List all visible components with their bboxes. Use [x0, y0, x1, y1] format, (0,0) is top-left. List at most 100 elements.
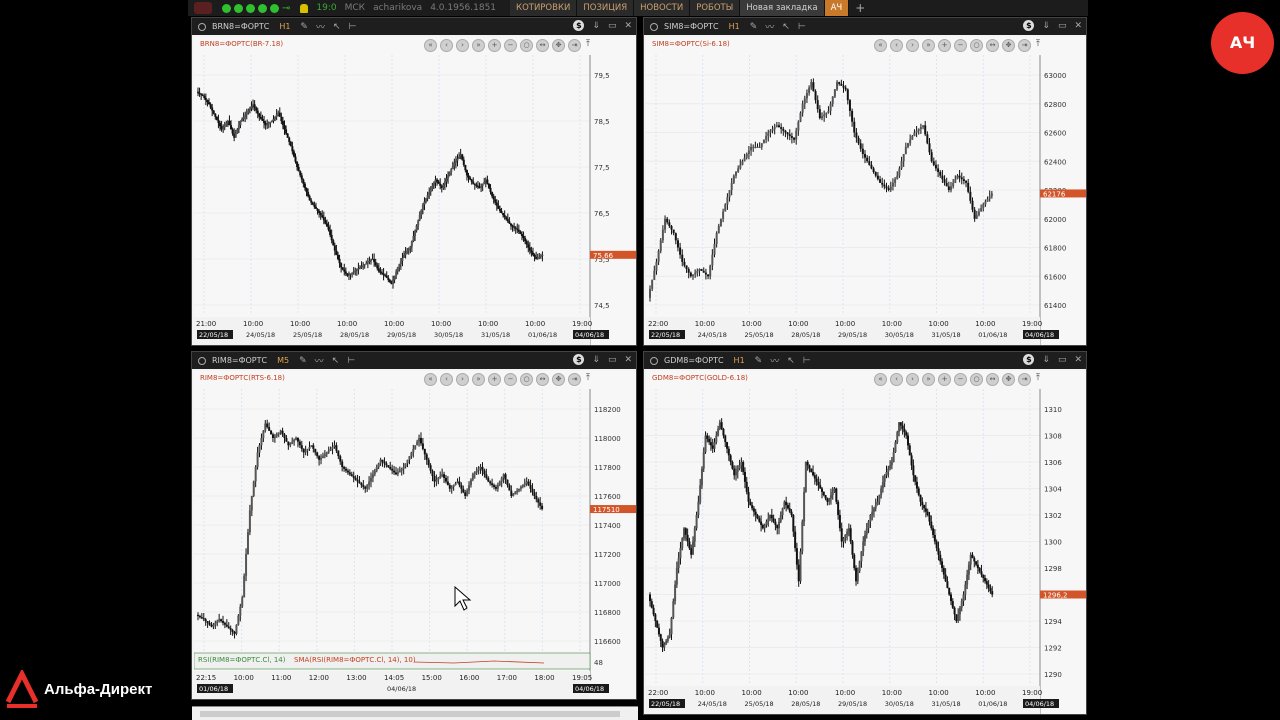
scroll-left-fast-icon[interactable]: «	[874, 373, 888, 386]
levels-icon[interactable]: ⊢	[349, 22, 357, 32]
trade-icon[interactable]: $	[1023, 354, 1035, 365]
minimize-icon[interactable]: ▭	[608, 21, 617, 31]
draw-icon[interactable]: ✎	[299, 356, 307, 366]
scroll-left-fast-icon[interactable]: «	[874, 39, 888, 52]
indicator-icon[interactable]: 〰	[765, 20, 774, 33]
levels-icon[interactable]: ⊢	[347, 356, 355, 366]
price-chart[interactable]: 118200 118000 117800 117600 117400 117200 1170…	[194, 371, 636, 699]
close-icon[interactable]: ✕	[624, 21, 632, 31]
panel-timeframe[interactable]: H1	[729, 22, 740, 31]
zoom-fit-icon[interactable]: ○	[520, 39, 534, 52]
panel-timeframe[interactable]: M5	[277, 356, 289, 365]
horizontal-scrollbar[interactable]	[192, 706, 638, 720]
collapse-icon[interactable]: ⤒	[586, 373, 590, 386]
zoom-in-icon[interactable]: +	[938, 373, 952, 386]
scroll-right-fast-icon[interactable]: »	[472, 39, 486, 52]
scroll-end-icon[interactable]: ⇥	[568, 39, 582, 52]
stretch-x-icon[interactable]: ↔	[536, 373, 550, 386]
scroll-right-fast-icon[interactable]: »	[922, 39, 936, 52]
tab-new[interactable]: Новая закладка	[740, 0, 825, 16]
trade-icon[interactable]: $	[573, 20, 585, 31]
close-icon[interactable]: ✕	[1074, 21, 1082, 31]
zoom-fit-icon[interactable]: ○	[970, 39, 984, 52]
pin-icon[interactable]: ⇓	[1042, 21, 1050, 31]
cursor-tool-icon[interactable]: ↖	[333, 22, 341, 32]
scroll-left-icon[interactable]: ‹	[440, 373, 454, 386]
scrollbar-thumb[interactable]	[200, 711, 620, 717]
trade-icon[interactable]: $	[573, 354, 585, 365]
panel-menu-icon[interactable]	[650, 356, 658, 365]
chart-panel[interactable]: RIM8=ФОРТС M5 ✎ 〰 ↖ ⊢ $ ⇓ ▭ ✕ 118200 118000 117800 11…	[191, 351, 637, 700]
scroll-left-icon[interactable]: ‹	[440, 39, 454, 52]
app-logo-icon[interactable]	[194, 2, 212, 14]
draw-icon[interactable]: ✎	[300, 22, 308, 32]
chart-area[interactable]: 118200 118000 117800 117600 117400 117200 1170…	[194, 371, 636, 699]
scroll-left-icon[interactable]: ‹	[890, 39, 904, 52]
scroll-end-icon[interactable]: ⇥	[1018, 373, 1032, 386]
indicator-icon[interactable]: 〰	[315, 354, 324, 367]
indicator-icon[interactable]: 〰	[316, 20, 325, 33]
zoom-in-icon[interactable]: +	[938, 39, 952, 52]
close-icon[interactable]: ✕	[1074, 355, 1082, 365]
scroll-right-icon[interactable]: ›	[906, 39, 920, 52]
price-chart[interactable]: 6300062800626006240062200620006180061600…	[646, 37, 1086, 345]
chart-area[interactable]: 1310130813061304130213001298129612941292…	[646, 371, 1086, 714]
minimize-icon[interactable]: ▭	[1058, 355, 1067, 365]
collapse-icon[interactable]: ⤒	[586, 39, 590, 52]
pin-icon[interactable]: ⇓	[592, 355, 600, 365]
levels-icon[interactable]: ⊢	[803, 356, 811, 366]
cursor-tool-icon[interactable]: ↖	[332, 356, 340, 366]
levels-icon[interactable]: ⊢	[798, 22, 806, 32]
chart-area[interactable]: 79,5 78,5 77,5 76,5 75,5 74,5 75,66 21:00 10:00 1…	[194, 37, 636, 345]
zoom-in-icon[interactable]: +	[488, 373, 502, 386]
move-icon[interactable]: ✥	[1002, 373, 1016, 386]
chart-panel[interactable]: GDM8=ФОРТС H1 ✎ 〰 ↖ ⊢ $ ⇓ ▭ ✕ 1310 1308 1306 1304 1302…	[643, 351, 1087, 715]
panel-menu-icon[interactable]	[198, 356, 206, 365]
minimize-icon[interactable]: ▭	[1058, 21, 1067, 31]
collapse-icon[interactable]: ⤒	[1036, 39, 1040, 52]
zoom-in-icon[interactable]: +	[488, 39, 502, 52]
zoom-out-icon[interactable]: −	[504, 373, 518, 386]
tab-quotes[interactable]: КОТИРОВКИ	[510, 0, 578, 16]
draw-icon[interactable]: ✎	[750, 22, 758, 32]
cursor-tool-icon[interactable]: ↖	[782, 22, 790, 32]
tab-robots[interactable]: РОБОТЫ	[690, 0, 741, 16]
price-chart[interactable]: 79,578,577,576,575,574,575,6621:00 10:00 1…	[194, 37, 636, 345]
close-icon[interactable]: ✕	[624, 355, 632, 365]
zoom-out-icon[interactable]: −	[954, 373, 968, 386]
scroll-end-icon[interactable]: ⇥	[568, 373, 582, 386]
scroll-left-icon[interactable]: ‹	[890, 373, 904, 386]
zoom-fit-icon[interactable]: ○	[520, 373, 534, 386]
scroll-left-fast-icon[interactable]: «	[424, 39, 438, 52]
zoom-out-icon[interactable]: −	[504, 39, 518, 52]
scroll-right-fast-icon[interactable]: »	[472, 373, 486, 386]
stretch-x-icon[interactable]: ↔	[986, 39, 1000, 52]
scroll-right-icon[interactable]: ›	[906, 373, 920, 386]
trade-icon[interactable]: $	[1023, 20, 1035, 31]
panel-menu-icon[interactable]	[650, 22, 658, 31]
scroll-end-icon[interactable]: ⇥	[1018, 39, 1032, 52]
price-chart[interactable]: 1310130813061304130213001298129612941292…	[646, 371, 1086, 714]
bell-icon[interactable]	[300, 3, 309, 13]
scroll-left-fast-icon[interactable]: «	[424, 373, 438, 386]
zoom-out-icon[interactable]: −	[954, 39, 968, 52]
panel-menu-icon[interactable]	[198, 22, 206, 31]
add-tab-icon[interactable]: +	[855, 1, 865, 15]
minimize-icon[interactable]: ▭	[608, 355, 617, 365]
cursor-tool-icon[interactable]: ↖	[787, 356, 795, 366]
tab-positions[interactable]: ПОЗИЦИЯ	[577, 0, 635, 16]
panel-timeframe[interactable]: H1	[734, 356, 745, 365]
move-icon[interactable]: ✥	[552, 39, 566, 52]
pin-icon[interactable]: ⇓	[592, 21, 600, 31]
draw-icon[interactable]: ✎	[755, 356, 763, 366]
scroll-right-icon[interactable]: ›	[456, 373, 470, 386]
tab-news[interactable]: НОВОСТИ	[634, 0, 691, 16]
move-icon[interactable]: ✥	[1002, 39, 1016, 52]
scroll-right-fast-icon[interactable]: »	[922, 373, 936, 386]
zoom-fit-icon[interactable]: ○	[970, 373, 984, 386]
chart-area[interactable]: 6300062800626006240062200620006180061600…	[646, 37, 1086, 345]
indicator-icon[interactable]: 〰	[770, 354, 779, 367]
collapse-icon[interactable]: ⤒	[1036, 373, 1040, 386]
chart-panel[interactable]: SIM8=ФОРТС H1 ✎ 〰 ↖ ⊢ $ ⇓ ▭ ✕ 63000 62800 62600 62400…	[643, 17, 1087, 346]
scroll-right-icon[interactable]: ›	[456, 39, 470, 52]
